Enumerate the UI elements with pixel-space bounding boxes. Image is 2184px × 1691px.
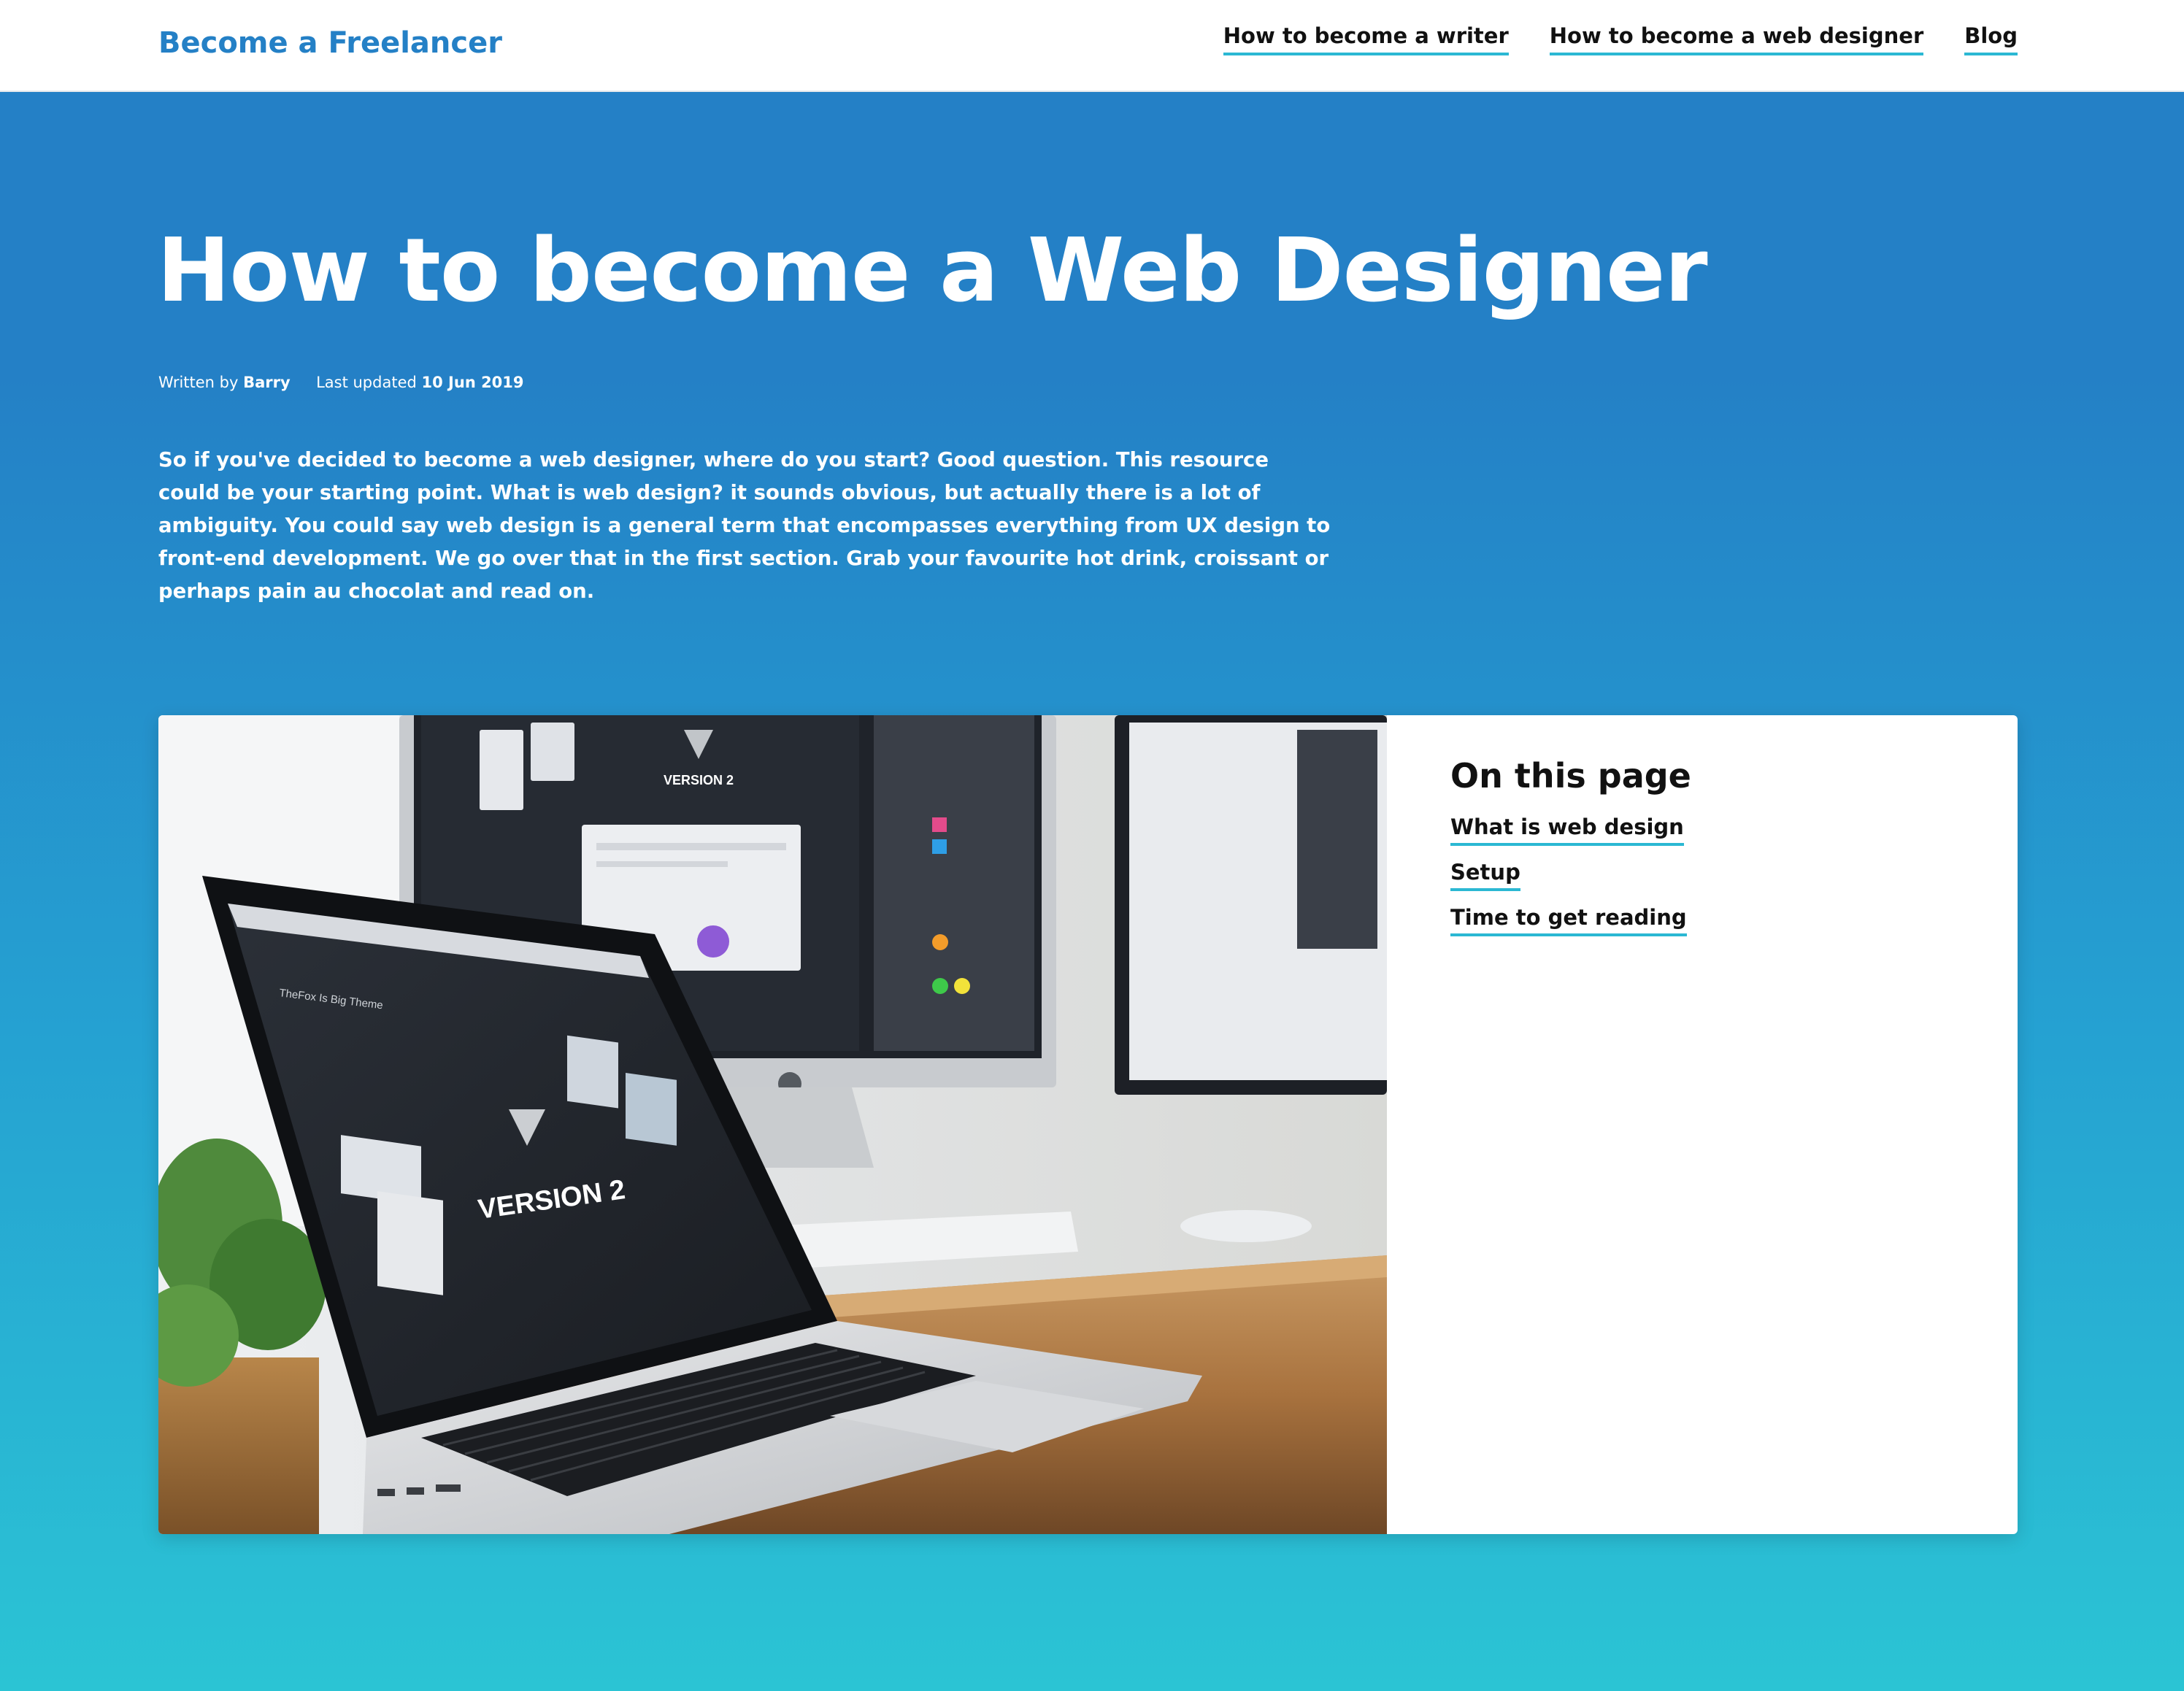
toc-list: What is web design Setup Time to get rea… bbox=[1450, 814, 1691, 936]
toc-link-what-is-web-design[interactable]: What is web design bbox=[1450, 814, 1684, 846]
last-updated-date: 10 Jun 2019 bbox=[421, 374, 524, 391]
monitor-version-text: VERSION 2 bbox=[664, 773, 734, 787]
toc-link-time-to-get-reading[interactable]: Time to get reading bbox=[1450, 905, 1687, 936]
toc-item: What is web design bbox=[1450, 814, 1691, 846]
page-title: How to become a Web Designer bbox=[157, 220, 1708, 322]
intro-paragraph: So if you've decided to become a web des… bbox=[158, 448, 1331, 603]
last-updated-label: Last updated bbox=[316, 374, 417, 391]
hero-photo-laptop-desk: VERSION 2 TheFox Is Big Theme VERSION 2 bbox=[158, 715, 1387, 1534]
feature-card: VERSION 2 TheFox Is Big Theme VERSION 2 … bbox=[158, 715, 2018, 1534]
table-of-contents: On this page What is web design Setup Ti… bbox=[1450, 756, 1691, 950]
toc-link-setup[interactable]: Setup bbox=[1450, 860, 1520, 891]
nav-link-blog[interactable]: Blog bbox=[1964, 23, 2018, 55]
toc-item: Setup bbox=[1450, 860, 1691, 891]
nav-link-web-designer[interactable]: How to become a web designer bbox=[1549, 23, 1924, 55]
main-navigation: How to become a writer How to become a w… bbox=[1223, 23, 2018, 55]
article-meta: Written by Barry Last updated 10 Jun 201… bbox=[158, 374, 524, 391]
toc-heading: On this page bbox=[1450, 756, 1691, 796]
toc-item: Time to get reading bbox=[1450, 905, 1691, 936]
site-logo-link[interactable]: Become a Freelancer bbox=[158, 26, 502, 60]
written-by-label: Written by bbox=[158, 374, 239, 391]
nav-link-writer[interactable]: How to become a writer bbox=[1223, 23, 1509, 55]
site-header: Become a Freelancer How to become a writ… bbox=[0, 0, 2184, 92]
author-name: Barry bbox=[243, 374, 291, 391]
